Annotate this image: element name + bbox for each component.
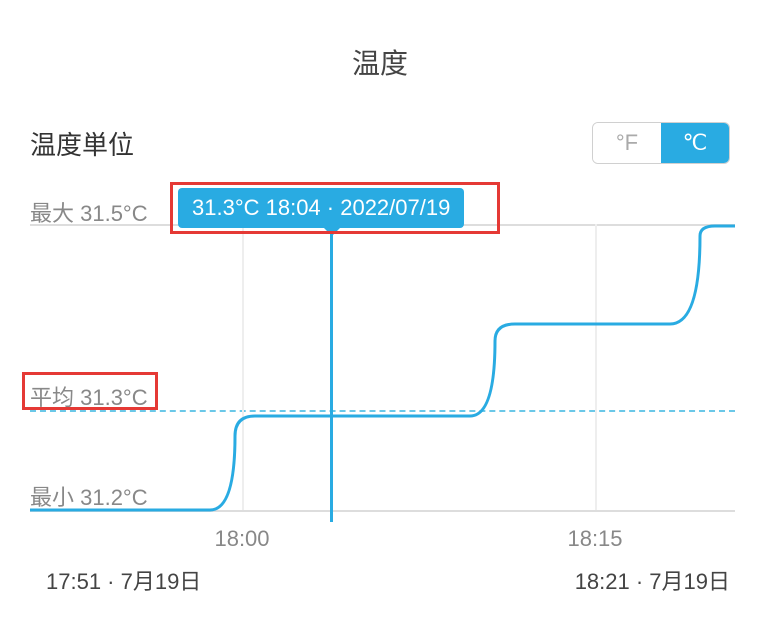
temperature-chart[interactable]: 最大 31.5°C 平均 31.3°C 最小 31.2°C 31.3°C 18:… [0,196,760,576]
unit-fahrenheit-button[interactable]: °F [593,123,661,163]
x-tick-label: 18:00 [214,526,269,552]
unit-label: 温度単位 [30,125,134,162]
highlight-avg-box [22,372,158,410]
unit-toggle: °F ℃ [592,122,730,164]
x-end-label: 18:21 · 7月19日 [575,564,730,596]
page-title: 温度 [0,0,760,82]
unit-row: 温度単位 °F ℃ [0,82,760,164]
highlight-tooltip-box [170,182,500,234]
stat-max-label: 最大 31.5°C [30,196,148,228]
stat-min-label: 最小 31.2°C [30,480,148,512]
x-tick-label: 18:15 [567,526,622,552]
line-plot [0,196,760,526]
unit-celsius-button[interactable]: ℃ [661,123,729,163]
x-start-label: 17:51 · 7月19日 [46,564,201,596]
